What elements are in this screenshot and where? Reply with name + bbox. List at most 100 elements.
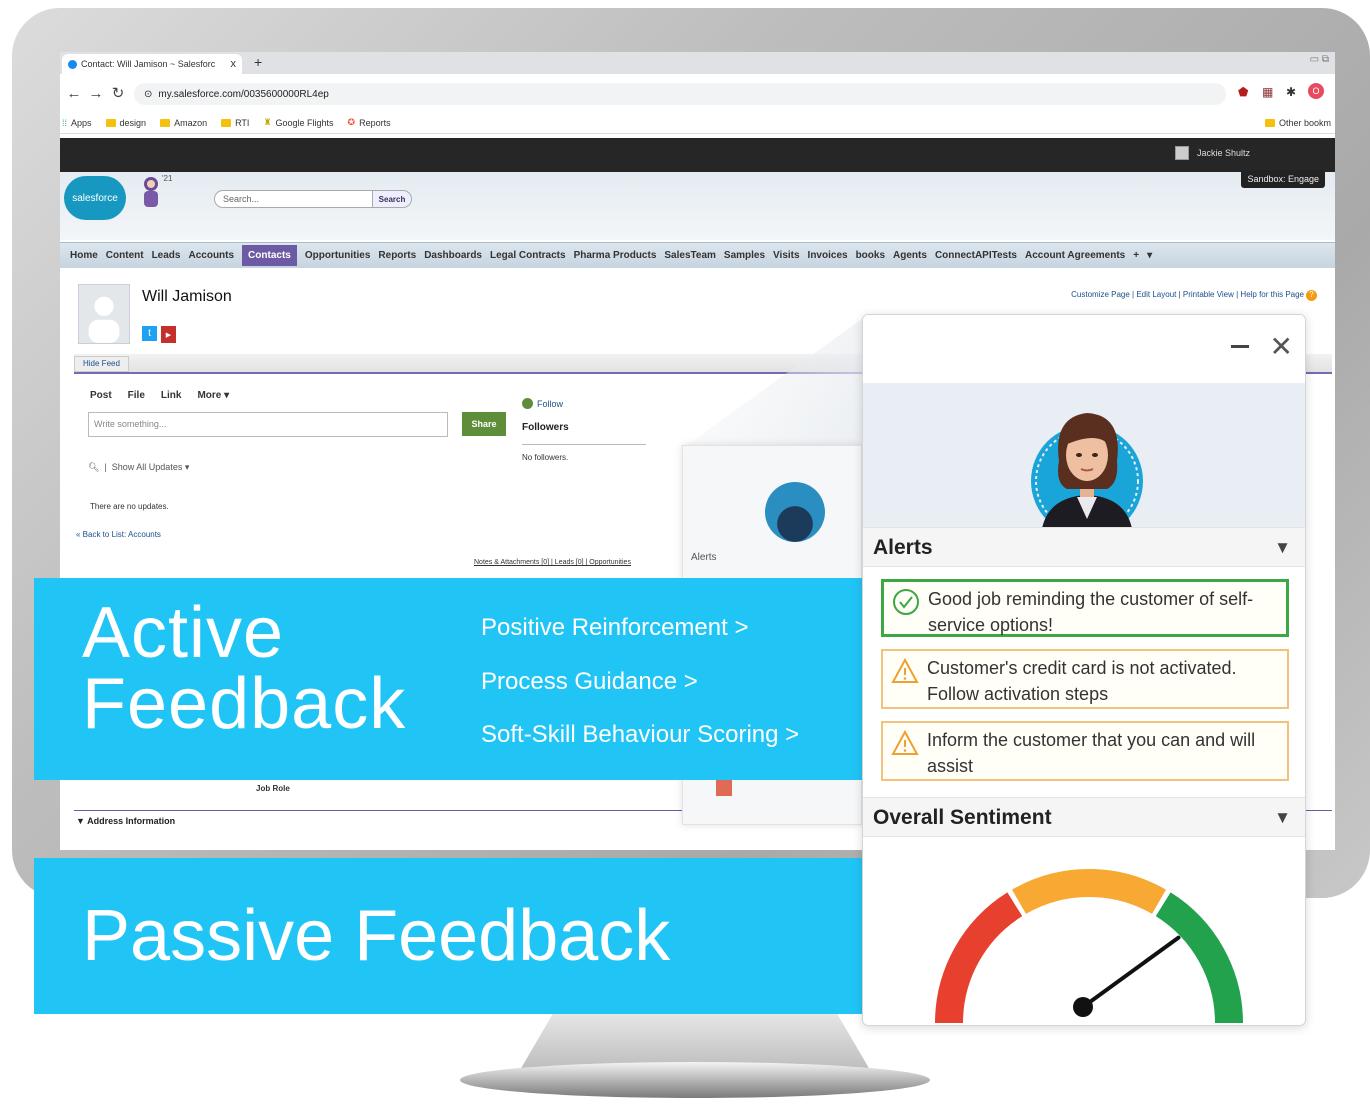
extension-icon[interactable]: ▦ [1262, 85, 1273, 99]
tabs-dropdown-icon[interactable]: ▾ [1147, 245, 1160, 266]
global-search-input[interactable]: Search... [214, 190, 374, 208]
profile-avatar-icon[interactable]: O [1308, 83, 1324, 99]
reload-icon[interactable]: ↻ [110, 84, 126, 102]
flights-icon: ♜ [263, 117, 272, 127]
plus-circle-icon [522, 398, 533, 409]
search-button[interactable]: Search [372, 190, 412, 208]
help-icon[interactable]: ? [1306, 290, 1317, 301]
add-tab-button[interactable]: + [1133, 245, 1147, 266]
tab-content[interactable]: Content [106, 245, 152, 266]
link-tab[interactable]: Link [161, 390, 182, 401]
address-bar-row: ← → ↻ ⊙ my.salesforce.com/0035600000RL4e… [60, 74, 1335, 112]
bookmark-apps[interactable]: ⁞⁞ Apps [62, 118, 92, 128]
back-arrow-icon[interactable]: ← [66, 85, 82, 102]
bookmark-design[interactable]: design [105, 118, 146, 128]
puzzle-extension-icon[interactable]: ✱ [1286, 85, 1296, 99]
tab-contacts[interactable]: Contacts [242, 245, 297, 266]
panel-titlebar: ✕ [863, 315, 1305, 383]
other-bookmarks[interactable]: Other bookm [1264, 118, 1331, 128]
tab-connectapitests[interactable]: ConnectAPITests [935, 245, 1025, 266]
tab-invoices[interactable]: Invoices [808, 245, 856, 266]
mini-gauge-fragment [716, 780, 732, 796]
file-tab[interactable]: File [128, 390, 145, 401]
bookmark-reports[interactable]: ✪ Reports [348, 117, 391, 128]
tab-salesteam[interactable]: SalesTeam [664, 245, 724, 266]
shield-extension-icon[interactable]: ⬟ [1238, 85, 1248, 99]
tab-pharma-products[interactable]: Pharma Products [574, 245, 665, 266]
tab-legal-contracts[interactable]: Legal Contracts [490, 245, 574, 266]
sentiment-section-header[interactable]: Overall Sentiment ▼ [863, 797, 1305, 837]
alert-text: Inform the customer that you can and wil… [927, 730, 1256, 776]
follow-link[interactable]: Follow [522, 398, 563, 409]
sentiment-gauge [935, 869, 1243, 1024]
person-silhouette-icon [88, 296, 120, 343]
alert-warning: Customer's credit card is not activated.… [881, 649, 1289, 709]
collapse-triangle-icon[interactable]: ▼ [1274, 808, 1291, 828]
back-to-list-link[interactable]: « Back to List: Accounts [76, 530, 161, 539]
page-links[interactable]: Customize Page | Edit Layout | Printable… [1071, 290, 1317, 301]
tab-home[interactable]: Home [70, 245, 106, 266]
check-circle-icon [893, 589, 919, 615]
browser-tab[interactable]: Contact: Will Jamison ~ Salesforc x [62, 54, 242, 74]
post-tab[interactable]: Post [90, 390, 112, 401]
soft-skill-scoring-link[interactable]: Soft-Skill Behaviour Scoring > [481, 721, 799, 749]
tab-account-agreements[interactable]: Account Agreements [1025, 245, 1133, 266]
url-field[interactable]: ⊙ my.salesforce.com/0035600000RL4ep [134, 83, 1226, 105]
passive-feedback-panel: Passive Feedback [34, 858, 862, 1014]
bookmark-google-flights[interactable]: ♜ Google Flights [263, 117, 333, 128]
release-badge: '21 [162, 174, 173, 183]
tab-leads[interactable]: Leads [152, 245, 189, 266]
tab-visits[interactable]: Visits [773, 245, 808, 266]
share-button[interactable]: Share [462, 412, 506, 436]
tab-books[interactable]: books [856, 245, 893, 266]
salesforce-logo[interactable]: salesforce [64, 176, 126, 220]
passive-feedback-title: Passive Feedback [82, 896, 671, 976]
process-guidance-link[interactable]: Process Guidance > [481, 668, 698, 696]
search-icon[interactable]: 🔍︎ [88, 462, 99, 472]
user-avatar [1174, 146, 1189, 160]
active-feedback-title: Active Feedback [82, 593, 407, 744]
user-name: Jackie Shultz [1196, 148, 1250, 158]
tab-accounts[interactable]: Accounts [188, 245, 242, 266]
nav-tabs: Home Content Leads Accounts Contacts Opp… [60, 242, 1335, 268]
youtube-icon[interactable]: ▶ [161, 326, 176, 343]
positive-reinforcement-link[interactable]: Positive Reinforcement > [481, 614, 748, 642]
site-info-icon[interactable]: ⊙ [144, 89, 152, 100]
show-updates-filter[interactable]: 🔍︎ | Show All Updates ▾ [88, 462, 189, 473]
folder-icon [1264, 119, 1275, 127]
collapse-triangle-icon[interactable]: ▼ [1274, 538, 1291, 558]
tab-close-icon[interactable]: x [231, 58, 237, 70]
post-input[interactable]: Write something... [88, 412, 448, 437]
forward-arrow-icon[interactable]: → [88, 85, 104, 102]
monitor-stand [520, 1010, 870, 1070]
user-menu[interactable]: Jackie Shultz [1174, 146, 1250, 160]
bookmark-amazon[interactable]: Amazon [160, 118, 207, 128]
hide-feed-button[interactable]: Hide Feed [74, 356, 129, 372]
tab-opportunities[interactable]: Opportunities [305, 245, 379, 266]
related-list-links[interactable]: Notes & Attachments [0] | Leads [0] | Op… [474, 559, 631, 566]
twitter-icon[interactable]: t [142, 326, 157, 341]
address-information-section[interactable]: ▼ Address Information [76, 816, 175, 826]
window-controls[interactable]: ▭ ⧉ [1310, 54, 1329, 65]
alert-warning: Inform the customer that you can and wil… [881, 721, 1289, 781]
agent-avatar [1031, 413, 1143, 537]
minimize-icon[interactable] [1231, 345, 1249, 348]
social-links: t ▶ [142, 326, 176, 343]
bookmark-rti[interactable]: RTI [221, 118, 249, 128]
alerts-section-header[interactable]: Alerts ▼ [863, 527, 1305, 567]
bookmarks-bar: ⁞⁞ Apps design Amazon RTI ♜ Google Flights… [60, 112, 1335, 134]
tab-agents[interactable]: Agents [893, 245, 935, 266]
feed-tools: Post File Link More ▾ [90, 390, 229, 401]
tab-dashboards[interactable]: Dashboards [424, 245, 490, 266]
tab-reports[interactable]: Reports [378, 245, 424, 266]
salesforce-favicon-icon [68, 59, 77, 69]
more-menu[interactable]: More ▾ [197, 390, 229, 401]
no-followers-text: No followers. [522, 453, 569, 462]
close-icon[interactable]: ✕ [1270, 333, 1293, 361]
no-updates-text: There are no updates. [90, 502, 169, 511]
contact-name: Will Jamison [142, 288, 232, 305]
tab-samples[interactable]: Samples [724, 245, 773, 266]
new-tab-button[interactable]: + [254, 54, 262, 70]
marketing-composite: { "browser": { "tab_title": "Contact: Wi… [0, 0, 1370, 1105]
gauge-needle [1081, 935, 1181, 1009]
